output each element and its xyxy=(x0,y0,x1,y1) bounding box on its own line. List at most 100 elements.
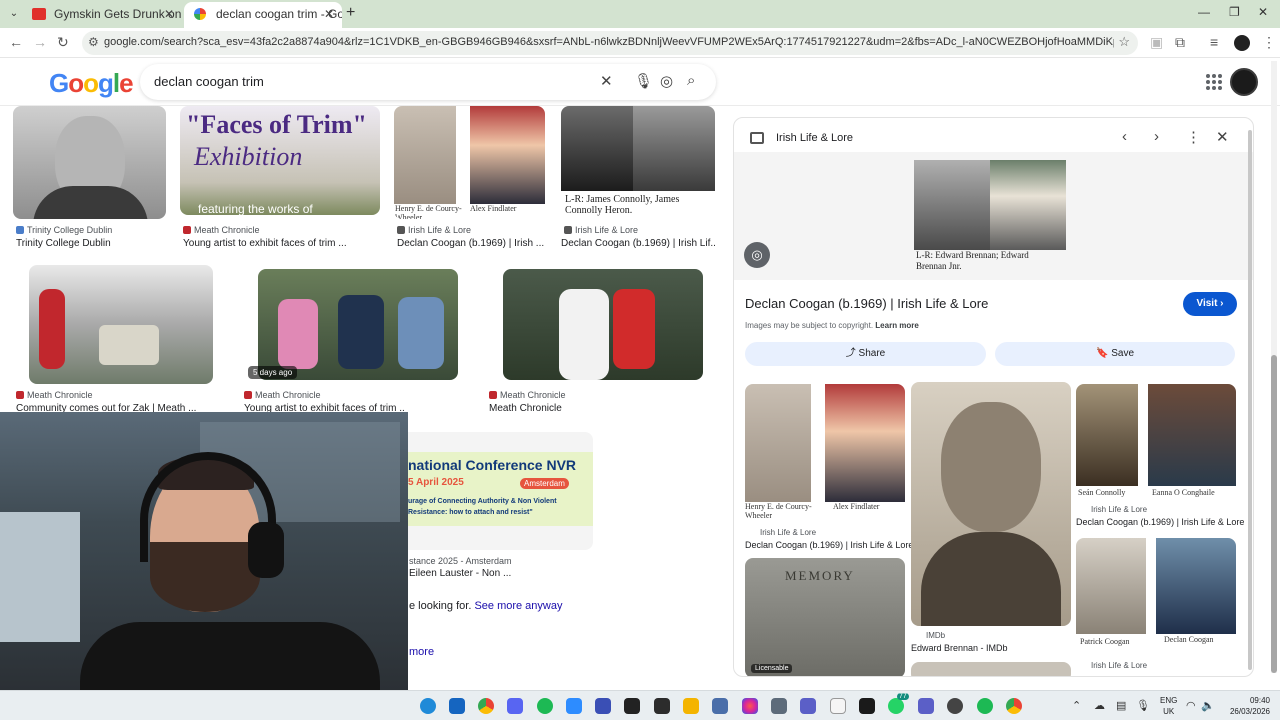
result-source[interactable]: Irish Life & Lore xyxy=(397,225,471,235)
related-image[interactable]: Henry E. de Courcy-Wheeler Alex Findlate… xyxy=(745,384,905,520)
result-title[interactable]: Trinity College Dublin xyxy=(16,238,166,249)
result-image[interactable] xyxy=(13,106,166,219)
more-options-icon[interactable]: ⋮ xyxy=(1186,128,1201,146)
result-image[interactable]: L-R: James Connolly, James Connolly Hero… xyxy=(561,106,715,219)
chrome-icon[interactable] xyxy=(1006,698,1022,714)
lens-search-icon[interactable]: ◎ xyxy=(660,72,673,90)
show-hidden-icons-icon[interactable]: ⌃ xyxy=(1072,699,1081,712)
result-source[interactable]: Irish Life & Lore xyxy=(564,225,638,235)
tab-youtube[interactable]: Gymskin Gets Drunk on a Float ✕ xyxy=(22,2,182,28)
related-source[interactable]: Irish Life & Lore xyxy=(1091,661,1147,670)
preview-image[interactable] xyxy=(914,160,1066,250)
zoom-icon[interactable] xyxy=(566,698,582,714)
lens-icon[interactable]: ◎ xyxy=(744,242,770,268)
result-source[interactable]: Trinity College Dublin xyxy=(16,225,112,235)
extensions-puzzle-icon[interactable]: ⧉ xyxy=(1175,34,1185,51)
result-source[interactable]: Meath Chronicle xyxy=(16,390,93,400)
new-tab-button[interactable]: + xyxy=(346,4,355,22)
page-scrollbar-thumb[interactable] xyxy=(1271,355,1277,673)
volume-icon[interactable]: 🔈 xyxy=(1201,699,1215,712)
calendar-icon[interactable] xyxy=(712,698,728,714)
teams-icon[interactable] xyxy=(918,698,934,714)
result-title[interactable]: Young artist to exhibit faces of trim ..… xyxy=(183,238,383,249)
related-image[interactable] xyxy=(911,662,1071,676)
result-source[interactable]: Meath Chronicle xyxy=(244,390,321,400)
result-image[interactable]: "Faces of Trim" Exhibition featuring the… xyxy=(180,106,380,215)
result-title[interactable]: Meath Chronicle xyxy=(489,403,649,414)
close-tab-icon[interactable]: ✕ xyxy=(324,2,334,26)
related-title[interactable]: Edward Brennan - IMDb xyxy=(911,643,1008,653)
search-box[interactable]: declan coogan trim ✕ 🎙 ◎ ⌕ xyxy=(140,64,716,100)
result-source[interactable]: Meath Chronicle xyxy=(489,390,566,400)
result-image[interactable] xyxy=(258,269,458,380)
related-source[interactable]: IMDb xyxy=(926,631,945,640)
account-avatar[interactable] xyxy=(1230,68,1258,96)
whatsapp-icon[interactable] xyxy=(888,698,904,714)
result-image[interactable]: national Conference NVR 5 April 2025 Ams… xyxy=(408,432,593,550)
minimize-icon[interactable]: — xyxy=(1198,5,1210,19)
related-image[interactable] xyxy=(911,382,1071,626)
instagram-icon[interactable] xyxy=(742,698,758,714)
forward-icon[interactable]: → xyxy=(33,34,47,50)
related-image[interactable]: Seán Connolly Eanna O Conghaile xyxy=(1076,384,1236,502)
address-bar[interactable]: ⚙ google.com/search?sca_esv=43fa2c2a8874… xyxy=(82,31,1138,55)
tab-search-icon[interactable]: ⌄ xyxy=(6,6,22,22)
result-image[interactable]: Henry E. de Courcy-Wheeler Alex Findlate… xyxy=(394,106,545,219)
calculator-icon[interactable] xyxy=(771,698,787,714)
extension-icon[interactable]: ▣ xyxy=(1150,34,1163,51)
app-tray-icon[interactable]: ▤ xyxy=(1116,699,1126,712)
result-title[interactable]: Eileen Lauster - Non ... xyxy=(409,568,569,579)
related-title[interactable]: Declan Coogan (b.1969) | Irish Life & Lo… xyxy=(745,540,913,550)
notepad-icon[interactable] xyxy=(830,698,846,714)
discord-icon[interactable] xyxy=(507,698,523,714)
result-title[interactable]: Declan Coogan (b.1969) | Irish ... xyxy=(397,238,547,249)
related-image[interactable]: MEMORY Licensable xyxy=(745,558,905,676)
tab-google-search[interactable]: declan coogan trim - Google Se ✕ xyxy=(184,2,342,28)
learn-more-link[interactable]: Learn more xyxy=(875,321,919,330)
app-icon[interactable] xyxy=(595,698,611,714)
related-source[interactable]: Irish Life & Lore xyxy=(1091,505,1147,514)
restore-icon[interactable]: ❐ xyxy=(1229,5,1240,19)
share-button[interactable]: ⤴ Share xyxy=(745,342,986,366)
back-icon[interactable]: ← xyxy=(9,34,23,50)
google-logo[interactable]: Google xyxy=(49,68,134,99)
related-image[interactable]: Patrick Coogan Declan Coogan xyxy=(1076,538,1236,648)
spotify-icon[interactable] xyxy=(977,698,993,714)
outlook-icon[interactable] xyxy=(449,698,465,714)
clear-icon[interactable]: ✕ xyxy=(600,72,613,90)
chrome-icon[interactable] xyxy=(478,698,494,714)
more-menu-icon[interactable]: ⋮ xyxy=(1262,34,1276,51)
result-image[interactable] xyxy=(503,269,703,380)
more-link[interactable]: more xyxy=(409,646,434,658)
capcut-icon[interactable] xyxy=(624,698,640,714)
site-info-icon[interactable]: ⚙ xyxy=(88,35,99,49)
next-icon[interactable]: › xyxy=(1154,128,1159,145)
panel-site-name[interactable]: Irish Life & Lore xyxy=(776,132,853,144)
close-window-icon[interactable]: ✕ xyxy=(1258,5,1268,19)
google-apps-icon[interactable] xyxy=(1206,74,1222,90)
edge-icon[interactable] xyxy=(420,698,436,714)
panel-title[interactable]: Declan Coogan (b.1969) | Irish Life & Lo… xyxy=(745,296,988,311)
related-title[interactable]: Declan Coogan (b.1969) | Irish Life & Lo… xyxy=(1076,517,1244,527)
related-source[interactable]: Irish Life & Lore xyxy=(760,528,816,537)
search-icon[interactable]: ⌕ xyxy=(687,72,695,89)
media-controls-icon[interactable]: ≡ xyxy=(1210,34,1218,50)
result-source[interactable]: stance 2025 - Amsterdam xyxy=(409,556,512,566)
panel-scrollbar[interactable] xyxy=(1248,130,1252,670)
save-button[interactable]: 🔖 Save xyxy=(995,342,1235,366)
close-tab-icon[interactable]: ✕ xyxy=(164,2,174,26)
clock[interactable]: 09:40 26/03/2026 xyxy=(1222,695,1270,717)
microphone-icon[interactable]: 🎙 xyxy=(1136,699,1150,712)
see-more-anyway-link[interactable]: See more anyway xyxy=(474,600,562,612)
profile-avatar[interactable] xyxy=(1234,35,1250,51)
app-icon[interactable] xyxy=(859,698,875,714)
teams-icon[interactable] xyxy=(800,698,816,714)
result-source[interactable]: Meath Chronicle xyxy=(183,225,260,235)
visit-button[interactable]: Visit › xyxy=(1183,292,1237,316)
app-icon[interactable] xyxy=(947,698,963,714)
wifi-icon[interactable]: ◠ xyxy=(1186,699,1196,712)
previous-icon[interactable]: ‹ xyxy=(1122,128,1127,145)
search-input[interactable]: declan coogan trim xyxy=(154,74,264,89)
reload-icon[interactable]: ↻ xyxy=(57,34,69,51)
onedrive-icon[interactable]: ☁ xyxy=(1094,699,1105,712)
